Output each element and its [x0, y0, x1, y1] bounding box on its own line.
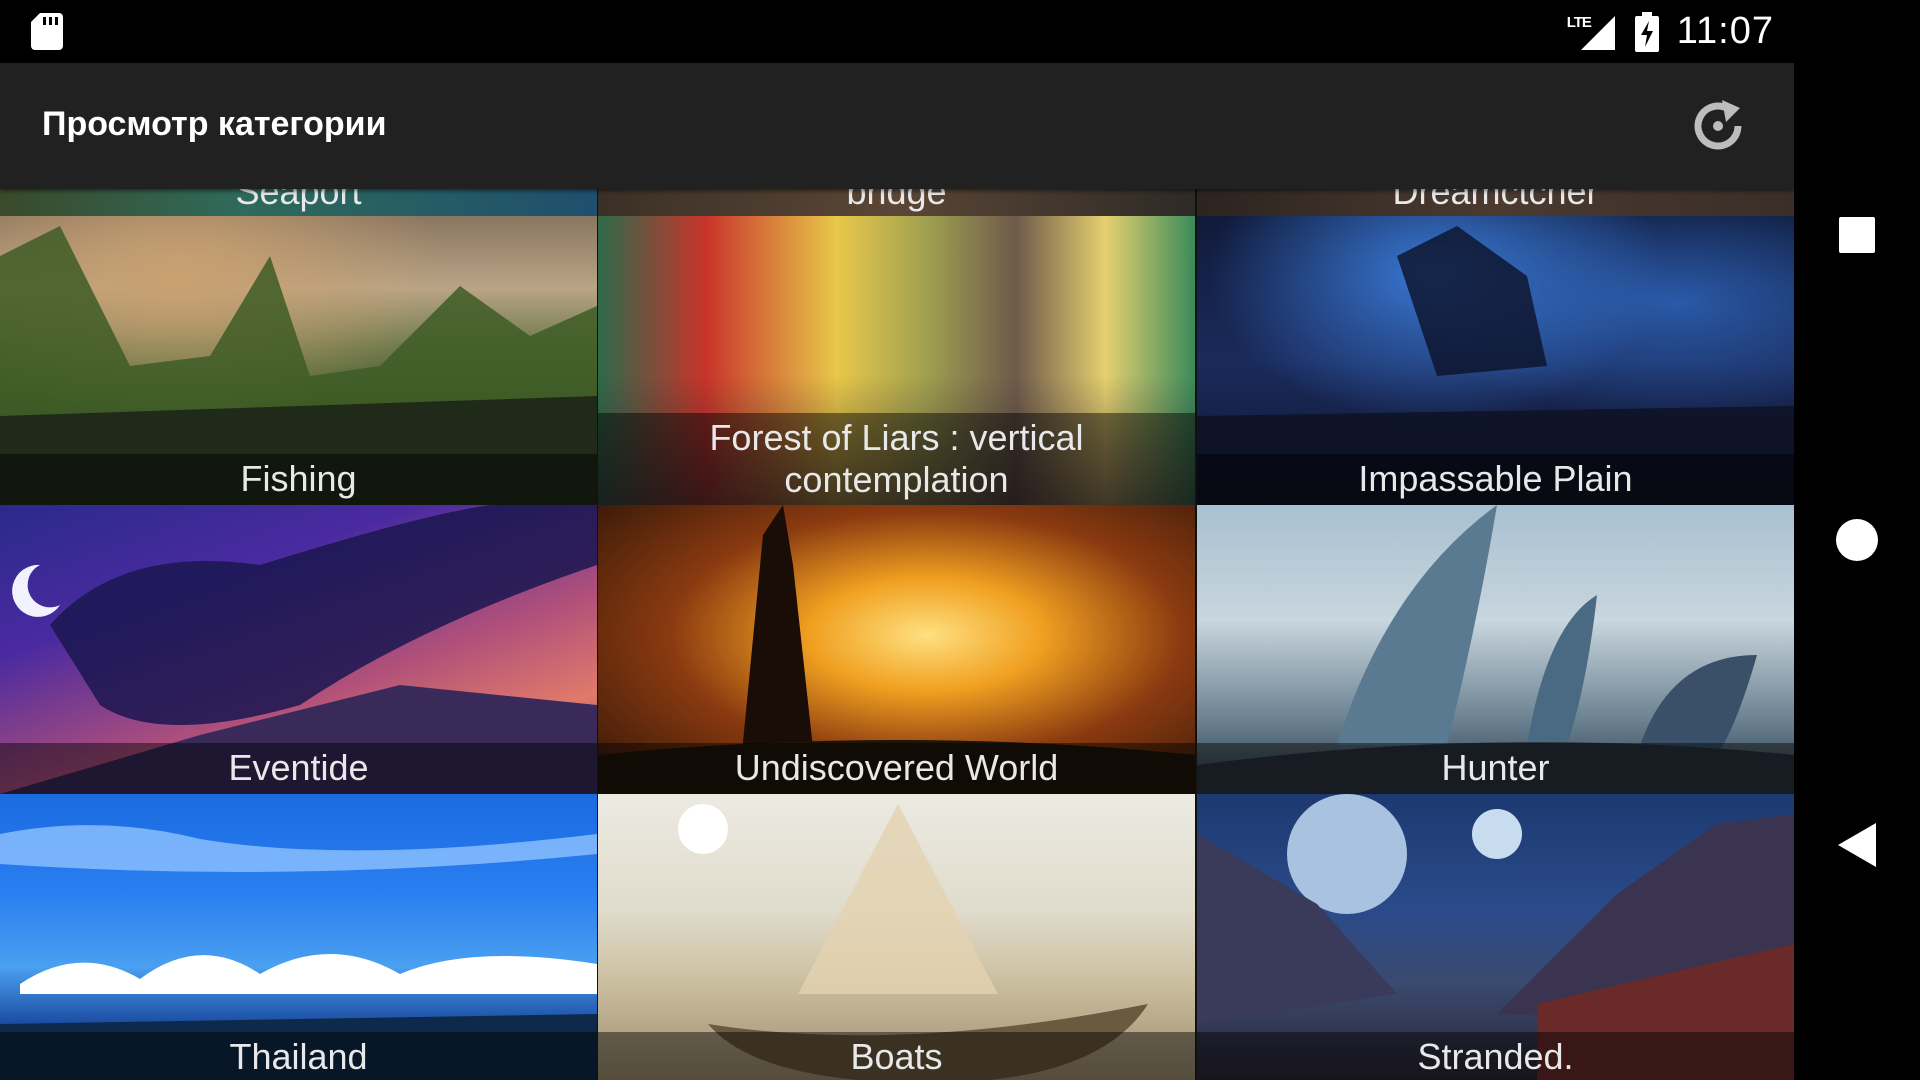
- navigation-bar: [1794, 0, 1920, 1080]
- wallpaper-tile[interactable]: Fishing: [0, 216, 597, 505]
- tile-label: Dreamctcher: [1392, 189, 1599, 212]
- wallpaper-tile[interactable]: Seaport: [0, 189, 597, 216]
- wallpaper-tile[interactable]: Thailand: [0, 794, 597, 1080]
- sd-card-icon: [31, 13, 63, 50]
- wallpaper-tile[interactable]: bridge: [598, 189, 1195, 216]
- signal-icon: LTE: [1567, 12, 1617, 52]
- tile-label: Hunter: [1197, 743, 1794, 794]
- page-title: Просмотр категории: [42, 105, 387, 143]
- wallpaper-tile[interactable]: Impassable Plain: [1197, 216, 1794, 505]
- tile-label: bridge: [846, 189, 947, 212]
- status-bar: LTE 11:07: [0, 0, 1794, 63]
- wallpaper-tile[interactable]: Hunter: [1197, 505, 1794, 794]
- square-icon[interactable]: [1832, 210, 1882, 260]
- clock: 11:07: [1676, 10, 1774, 52]
- wallpaper-tile[interactable]: Stranded.: [1197, 794, 1794, 1080]
- wallpaper-tile[interactable]: Boats: [598, 794, 1195, 1080]
- wallpaper-tile[interactable]: Dreamctcher: [1197, 189, 1794, 216]
- tile-label: Undiscovered World: [598, 743, 1195, 794]
- tile-label: Thailand: [0, 1032, 597, 1080]
- tile-label: Eventide: [0, 743, 597, 794]
- tile-label: Fishing: [0, 454, 597, 505]
- circle-icon[interactable]: [1832, 515, 1882, 565]
- triangle-back-icon[interactable]: [1832, 820, 1882, 870]
- tile-label: Stranded.: [1197, 1032, 1794, 1080]
- refresh-button[interactable]: [1682, 90, 1754, 162]
- refresh-icon: [1694, 100, 1742, 150]
- tile-label: Boats: [598, 1032, 1195, 1080]
- wallpaper-tile[interactable]: Undiscovered World: [598, 505, 1195, 794]
- wallpaper-tile[interactable]: Eventide: [0, 505, 597, 794]
- battery-charging-icon: [1634, 11, 1659, 52]
- tile-label: Seaport: [235, 189, 362, 212]
- tile-label: Forest of Liars : vertical contemplation: [598, 413, 1195, 505]
- wallpaper-tile[interactable]: Forest of Liars : vertical contemplation: [598, 216, 1195, 505]
- app-screen: LTE 11:07 Просмотр категории Seaport bri…: [0, 0, 1794, 1080]
- tile-label: Impassable Plain: [1197, 454, 1794, 505]
- wallpaper-grid: Seaport bridge Dreamctcher Fishing Fores…: [0, 189, 1794, 1080]
- app-bar: Просмотр категории: [0, 63, 1794, 189]
